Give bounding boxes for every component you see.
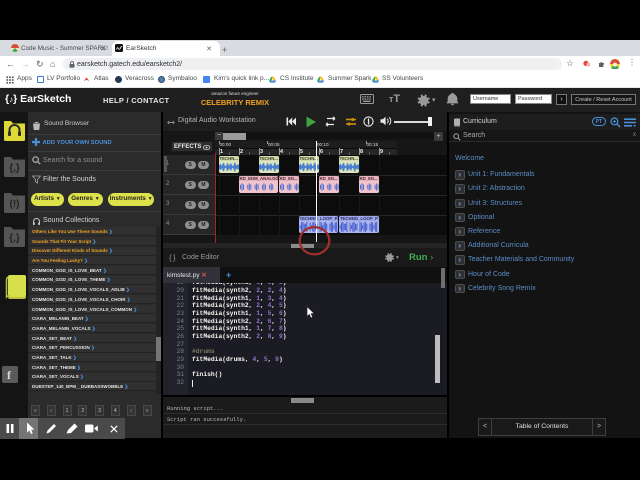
svg-text:{,}: {,} <box>9 163 20 174</box>
svg-text:(!): (!) <box>10 199 20 210</box>
svg-text:{,}: {,} <box>9 233 20 244</box>
